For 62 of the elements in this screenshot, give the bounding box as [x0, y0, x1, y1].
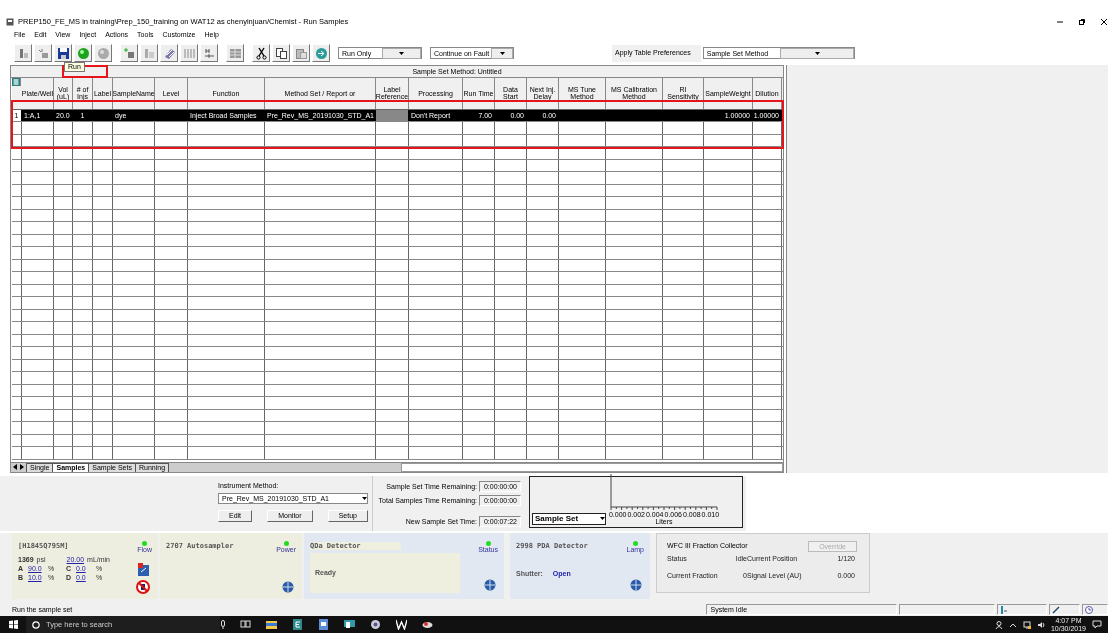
save-icon [56, 46, 70, 60]
vial-star-button[interactable] [34, 44, 52, 63]
close-icon[interactable] [1100, 17, 1108, 26]
clock-icon [1085, 605, 1094, 614]
paste-icon [294, 46, 308, 60]
bars-icon [182, 46, 196, 60]
run-icon [76, 46, 90, 60]
dropdown-arrow-icon [814, 51, 820, 55]
cut-button[interactable] [252, 44, 270, 63]
app-icon[interactable] [292, 619, 303, 630]
circle-icon [32, 620, 40, 629]
monitor-icon[interactable] [344, 619, 355, 630]
paste-button[interactable] [292, 44, 310, 63]
restore-icon[interactable] [1078, 17, 1086, 26]
table-icon [228, 46, 242, 60]
dropdown-arrow-icon [499, 51, 505, 55]
plot-type-dropdown[interactable]: Sample Set [532, 512, 606, 525]
table-button[interactable] [226, 44, 244, 63]
dropdown-arrow-icon [398, 51, 404, 55]
arrow-circle-button[interactable] [312, 44, 330, 63]
thermometer-icon [1000, 605, 1009, 614]
person-icon[interactable] [994, 620, 1003, 629]
copy-button[interactable] [272, 44, 290, 63]
bars-button[interactable] [180, 44, 198, 63]
windows-logo-icon[interactable] [8, 620, 18, 629]
globe-icon [484, 579, 496, 592]
combo-value: Sample Set [535, 514, 580, 524]
grid-button[interactable] [160, 44, 178, 63]
arrow-circle-icon [314, 46, 328, 60]
hydrogen-button[interactable] [200, 44, 218, 63]
w-letter-icon[interactable] [396, 619, 407, 630]
notification-icon[interactable] [1092, 620, 1102, 629]
cut-icon [254, 46, 268, 60]
task-view-icon[interactable] [240, 619, 251, 630]
vial-plus-button[interactable] [120, 44, 138, 63]
globe-icon [630, 579, 642, 592]
dropdown-arrow-icon [600, 517, 605, 521]
run-button[interactable] [74, 44, 92, 63]
folder-icon[interactable] [266, 619, 277, 630]
network-icon[interactable] [1022, 620, 1031, 629]
scroll-right-icon[interactable] [19, 464, 24, 471]
horizontal-scrollbar[interactable] [401, 462, 783, 472]
app-icon [6, 17, 14, 26]
microphone-icon[interactable] [220, 620, 226, 629]
vials-button[interactable] [140, 44, 158, 63]
globe-icon [282, 581, 294, 594]
vials-icon [142, 46, 156, 60]
dropdown-arrow-icon [362, 496, 367, 500]
vial-plus-icon [122, 46, 136, 60]
stop-button[interactable] [94, 44, 112, 63]
prohibited-icon [136, 580, 150, 595]
select-all-icon[interactable] [12, 77, 21, 86]
copy-icon [274, 46, 288, 60]
stop-icon [96, 46, 110, 60]
pump-status-icon [137, 563, 150, 578]
speaker-icon[interactable] [1036, 620, 1045, 629]
vial-button[interactable] [14, 44, 32, 63]
save-button[interactable] [54, 44, 72, 63]
pen-icon [1051, 605, 1060, 614]
document-icon[interactable] [318, 619, 329, 630]
scroll-left-icon[interactable] [13, 464, 18, 471]
highlight-frame [62, 64, 108, 78]
